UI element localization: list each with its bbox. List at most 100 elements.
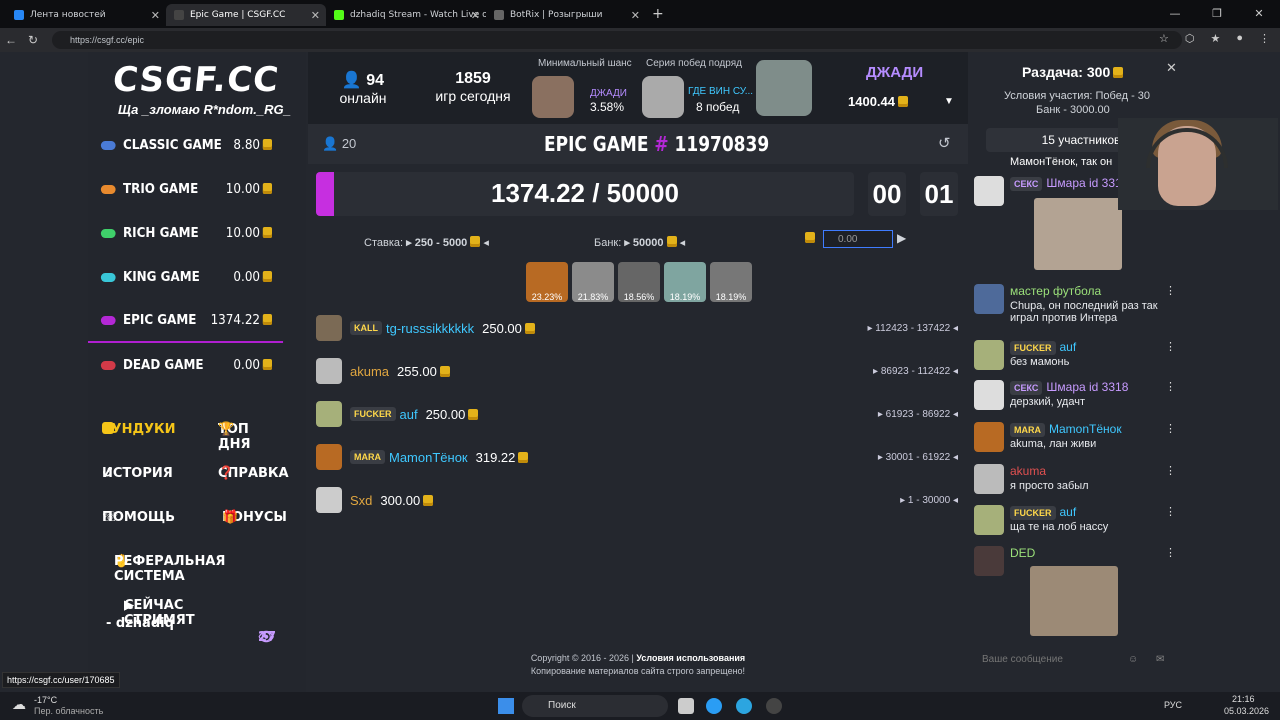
- game-classic[interactable]: CLASSIC GAME 8.80: [88, 123, 283, 167]
- game-king[interactable]: KING GAME 0.00: [88, 255, 283, 299]
- clock-time[interactable]: 21:16: [1232, 694, 1255, 704]
- edge-icon[interactable]: [706, 698, 722, 714]
- tab-news[interactable]: Лента новостей ✕: [6, 4, 166, 26]
- avatar: [316, 487, 342, 513]
- close-icon[interactable]: ✕: [1166, 60, 1177, 76]
- tab-botrix[interactable]: BotRix | Розыгрыши ✕: [486, 4, 646, 26]
- avatar[interactable]: [974, 176, 1004, 206]
- reload-icon[interactable]: ↻: [22, 33, 44, 47]
- weather-text: Пер. облачность: [34, 706, 104, 716]
- chat-image: [1030, 566, 1118, 636]
- avatar[interactable]: [974, 284, 1004, 314]
- avatar[interactable]: [974, 340, 1004, 370]
- min-chance-avatar[interactable]: [532, 76, 574, 118]
- start-icon[interactable]: [498, 698, 514, 714]
- close-icon[interactable]: ✕: [311, 9, 320, 22]
- clock-date[interactable]: 05.03.2026: [1224, 706, 1269, 716]
- play-icon[interactable]: ▶: [897, 231, 906, 245]
- game-dead[interactable]: DEAD GAME 0.00: [88, 343, 283, 387]
- more-icon[interactable]: ⋮: [1165, 380, 1176, 393]
- history-icon[interactable]: ↺: [938, 134, 951, 152]
- close-icon[interactable]: ✕: [631, 9, 640, 22]
- emoji-icon[interactable]: ☺: [1128, 654, 1138, 665]
- terms-link[interactable]: Условия использования: [636, 653, 745, 663]
- streamer-webcam: [1118, 118, 1278, 210]
- send-mail-icon[interactable]: ✉: [1156, 654, 1164, 665]
- maximize-icon[interactable]: ❐: [1196, 0, 1238, 28]
- close-icon[interactable]: ✕: [471, 9, 480, 22]
- stats-header: 👤 94 онлайн 1859 игр сегодня Минимальный ш…: [308, 52, 968, 124]
- avatar[interactable]: [974, 464, 1004, 494]
- bet-amount-input[interactable]: [823, 230, 893, 248]
- user-avatar[interactable]: [756, 60, 812, 116]
- more-icon[interactable]: ⋮: [1165, 422, 1176, 435]
- footer: Copyright © 2016 - 2026 | Условия исполь…: [530, 653, 746, 676]
- close-icon[interactable]: ✕: [151, 9, 160, 22]
- app-icon[interactable]: [766, 698, 782, 714]
- site-logo[interactable]: CSGF.CC: [111, 60, 281, 100]
- bet-input-group: ▶: [802, 230, 906, 248]
- coin-icon: [262, 182, 272, 194]
- chance-chip[interactable]: 23.23%: [526, 262, 568, 302]
- game-trio[interactable]: TRIO GAME 10.00: [88, 167, 283, 211]
- coin-icon: [262, 226, 272, 238]
- kick-icon: [334, 10, 344, 20]
- taskbar-search[interactable]: Поиск: [522, 695, 668, 717]
- chat-input[interactable]: [982, 654, 1122, 665]
- streamer-link[interactable]: - dzhadiq: [106, 616, 174, 631]
- game-rich[interactable]: RICH GAME 10.00: [88, 211, 283, 255]
- more-icon[interactable]: ⋮: [1165, 464, 1176, 477]
- favorites-icon[interactable]: ★: [1210, 32, 1220, 45]
- new-tab-icon[interactable]: +: [652, 6, 664, 22]
- language-indicator[interactable]: РУС: [1164, 700, 1182, 710]
- chance-chip[interactable]: 18.19%: [710, 262, 752, 302]
- tab-kick-stream[interactable]: dzhadiq Stream - Watch Live on Ki✕: [326, 4, 486, 26]
- coin-icon: [518, 451, 529, 463]
- streak-name[interactable]: ГДЕ ВИН СУ...: [688, 86, 753, 97]
- player-row[interactable]: FUCKER auf 250.00 ▸ 61923 - 86922 ◂: [316, 398, 966, 430]
- coin-icon: [262, 270, 272, 282]
- more-icon[interactable]: ⋮: [1165, 284, 1176, 297]
- star-icon[interactable]: ☆: [1159, 32, 1169, 45]
- gift-icon: 🎁: [222, 510, 239, 525]
- dropdown-caret-icon[interactable]: ▼: [944, 96, 954, 107]
- avatar[interactable]: [974, 380, 1004, 410]
- telegram-icon[interactable]: [736, 698, 752, 714]
- player-row[interactable]: MARA МamonТёнок 319.22 ▸ 30001 - 61922 ◂: [316, 441, 966, 473]
- bank-value: Банк: ▸ 50000 ◂: [594, 236, 686, 249]
- user-balance: 1400.44: [848, 94, 895, 109]
- chat-input-row: ☺✉: [970, 648, 1188, 676]
- back-icon[interactable]: ←: [0, 33, 22, 47]
- close-window-icon[interactable]: ✕: [1238, 0, 1280, 28]
- extensions-icon[interactable]: ⬡: [1185, 32, 1195, 45]
- min-chance-name[interactable]: ДЖАДИ: [590, 88, 627, 99]
- streak-value: 8 побед: [696, 100, 740, 114]
- player-row[interactable]: KALL tg-russsikkkkkk 250.00 ▸ 112423 - 1374…: [316, 312, 966, 344]
- streak-avatar[interactable]: [642, 76, 684, 118]
- minimize-icon[interactable]: —: [1154, 0, 1196, 28]
- player-row[interactable]: Sxd 300.00 ▸ 1 - 30000 ◂: [316, 484, 966, 516]
- gamepad-icon: [100, 360, 116, 370]
- games-today-stat: 1859 игр сегодня: [435, 70, 511, 104]
- tab-epic-game[interactable]: Epic Game | CSGF.CC ✕: [166, 4, 326, 26]
- more-icon[interactable]: ⋮: [1165, 546, 1176, 559]
- chance-chip[interactable]: 21.83%: [572, 262, 614, 302]
- chance-chip[interactable]: 18.19%: [664, 262, 706, 302]
- avatar[interactable]: [974, 505, 1004, 535]
- more-icon[interactable]: ⋮: [1165, 340, 1176, 353]
- chance-chip[interactable]: 18.56%: [618, 262, 660, 302]
- menu-icon[interactable]: ⋮: [1259, 32, 1270, 45]
- task-view-icon[interactable]: [678, 698, 694, 714]
- game-epic[interactable]: EPIC GAME 1374.22: [88, 299, 284, 343]
- avatar: [316, 315, 342, 341]
- profile-icon[interactable]: ●: [1236, 32, 1243, 45]
- avatar[interactable]: [974, 546, 1004, 576]
- timer-minutes: 00: [868, 172, 906, 216]
- coin-icon: [262, 138, 272, 150]
- more-icon[interactable]: ⋮: [1165, 505, 1176, 518]
- avatar[interactable]: [974, 422, 1004, 452]
- user-name[interactable]: ДЖАДИ: [866, 64, 923, 81]
- player-row[interactable]: akuma 255.00 ▸ 86923 - 112422 ◂: [316, 355, 966, 387]
- url-field[interactable]: https://csgf.cc/epic: [52, 31, 1182, 49]
- streak-label: Серия побед подряд: [646, 58, 742, 69]
